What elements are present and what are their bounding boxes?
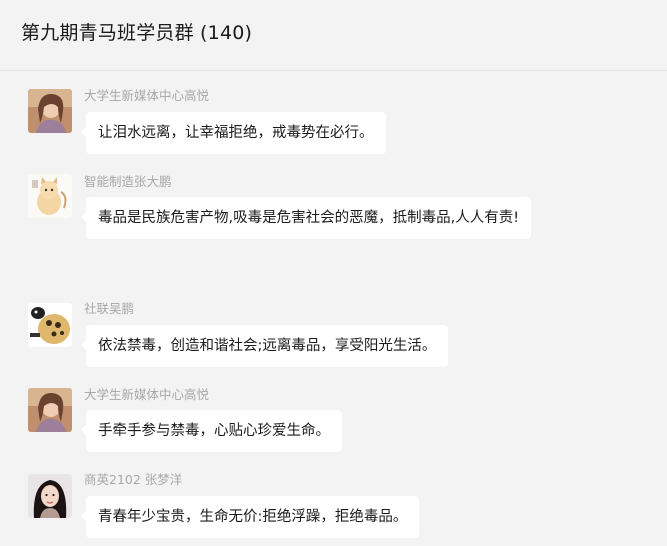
- message-bubble[interactable]: 手牵手参与禁毒，心贴心珍爱生命。: [81, 410, 342, 452]
- sender-name: 智能制造张大鹏: [84, 174, 172, 189]
- message-bubble[interactable]: 依法禁毒，创造和谐社会;远离毒品，享受阳光生活。: [80, 325, 449, 367]
- woman-photo-avatar[interactable]: [28, 388, 72, 432]
- sender-name: 大学生新媒体中心高悦: [84, 88, 210, 103]
- cartoon-cat-avatar[interactable]: [28, 174, 72, 218]
- sender-name: 社联吴鹏: [84, 301, 135, 316]
- chat-header: 第九期青马班学员群 (140): [0, 0, 667, 71]
- message-bubble[interactable]: 毒品是民族危害产物,吸毒是危害社会的恶魔，抵制毒品,人人有责!: [80, 197, 532, 239]
- message-bubble[interactable]: 青春年少宝贵，生命无价:拒绝浮躁，拒绝毒品。: [80, 496, 420, 538]
- message-bubble[interactable]: 让泪水远离，让幸福拒绝，戒毒势在必行。: [81, 112, 386, 154]
- sender-name: 商英2102 张梦洋: [84, 472, 183, 487]
- chat-title: 第九期青马班学员群 (140): [21, 22, 253, 44]
- girl-photo-avatar[interactable]: [28, 474, 72, 518]
- woman-photo-avatar[interactable]: [28, 89, 72, 133]
- cartoon-dog-avatar[interactable]: [28, 303, 72, 347]
- sender-name: 大学生新媒体中心高悦: [84, 387, 210, 402]
